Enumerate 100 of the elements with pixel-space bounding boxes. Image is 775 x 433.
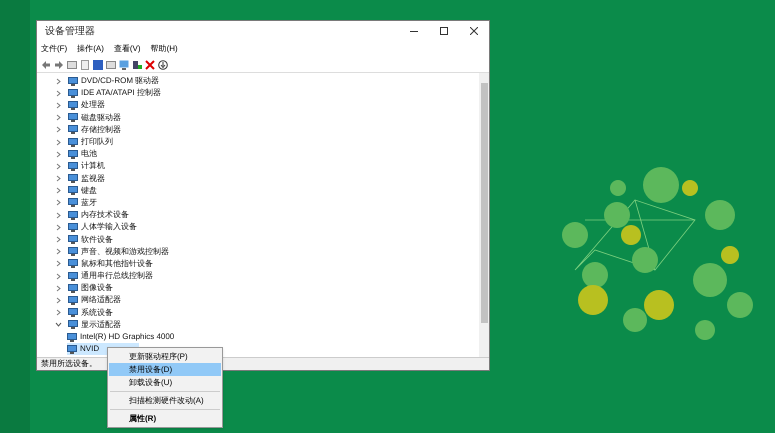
device-icon [68, 284, 78, 293]
tree-item-label: 磁盘驱动器 [81, 112, 121, 124]
tree-item-label: 系统设备 [81, 306, 113, 319]
collapsed-chevron-icon[interactable] [55, 150, 62, 158]
tree-item[interactable]: Intel(R) HD Graphics 4000 [67, 331, 214, 344]
tree-item[interactable]: 通用串行总线控制器 [68, 270, 193, 282]
device-icon [68, 113, 78, 122]
collapsed-chevron-icon[interactable] [55, 199, 62, 206]
tree-item[interactable]: 系统设备 [68, 306, 153, 319]
tree-item[interactable]: 网络适配器 [68, 294, 161, 306]
tree-item[interactable]: IDE ATA/ATAPI 控制器 [68, 87, 201, 100]
maximize-icon [440, 27, 448, 35]
back-arrow-icon[interactable] [41, 60, 51, 70]
tree-item-label: IDE ATA/ATAPI 控制器 [81, 87, 161, 100]
tree-item[interactable]: 声音、视频和游戏控制器 [68, 246, 209, 258]
tree-item-label: 处理器 [81, 99, 105, 112]
tree-item-label: 计算机 [81, 160, 105, 172]
tree-item-label: 通用串行总线控制器 [81, 270, 153, 282]
tree-item-label: 存储控制器 [81, 124, 121, 136]
tree-item-label: 键盘 [81, 184, 97, 197]
close-icon [470, 27, 478, 35]
collapsed-chevron-icon[interactable] [55, 138, 62, 146]
device-icon [68, 138, 78, 147]
menu-item[interactable]: 属性(R) [109, 412, 221, 425]
collapsed-chevron-icon[interactable] [55, 162, 62, 170]
tree-item[interactable]: 软件设备 [68, 234, 153, 246]
scrollbar[interactable] [479, 73, 489, 357]
document-icon[interactable] [80, 60, 90, 70]
collapsed-chevron-icon[interactable] [55, 90, 62, 97]
device-icon [68, 222, 78, 232]
collapsed-chevron-icon[interactable] [55, 187, 62, 194]
collapsed-chevron-icon[interactable] [55, 296, 62, 304]
device-icon [68, 247, 78, 256]
collapsed-chevron-icon[interactable] [55, 260, 62, 268]
tree-item[interactable]: 图像设备 [68, 282, 153, 294]
tree-item-label: DVD/CD-ROM 驱动器 [81, 75, 160, 88]
status-text: 禁用所选设备。 [41, 358, 97, 370]
tree-item[interactable]: 键盘 [68, 184, 137, 197]
collapsed-chevron-icon[interactable] [55, 224, 62, 231]
tree-item[interactable]: 电池 [68, 148, 137, 160]
window-icon[interactable] [106, 60, 116, 70]
device-icon [68, 296, 78, 305]
collapsed-chevron-icon[interactable] [55, 126, 62, 134]
tree-item[interactable]: 人体学输入设备 [68, 221, 177, 234]
device-icon [68, 100, 78, 110]
tree-item[interactable]: 内存技术设备 [68, 209, 169, 222]
tree-item[interactable]: 鼠标和其他指针设备 [68, 258, 193, 270]
tree-item-label: 监视器 [81, 172, 105, 185]
menu-item[interactable]: 扫描检测硬件改动(A) [109, 394, 221, 407]
tree-item-label: 人体学输入设备 [81, 221, 137, 234]
tree-item[interactable]: 监视器 [68, 172, 145, 185]
tree-item[interactable]: 计算机 [68, 160, 145, 172]
window-icon[interactable] [67, 60, 77, 70]
forward-arrow-icon[interactable] [54, 60, 64, 70]
tree-item[interactable]: 显示适配器 [68, 318, 161, 331]
tree-item-label: 显示适配器 [81, 318, 121, 331]
tree-item[interactable]: 存储控制器 [68, 124, 161, 136]
collapsed-chevron-icon[interactable] [55, 248, 62, 256]
device-icon [68, 272, 78, 281]
tree-item[interactable]: 处理器 [68, 99, 145, 112]
tree-item-label: 图像设备 [81, 282, 113, 294]
tree-item-label: 软件设备 [81, 234, 113, 246]
device-icon [68, 125, 78, 134]
download-icon[interactable] [158, 60, 168, 70]
tree-item-label: 内存技术设备 [81, 209, 129, 222]
collapsed-chevron-icon[interactable] [55, 102, 62, 109]
collapsed-chevron-icon[interactable] [55, 309, 62, 316]
collapsed-chevron-icon[interactable] [55, 272, 62, 280]
device-icon [68, 308, 78, 318]
menu-item[interactable]: 禁用设备(D) [109, 363, 221, 376]
menu-item[interactable]: 卸载设备(U) [109, 376, 221, 389]
device-icon [68, 186, 78, 196]
collapsed-chevron-icon[interactable] [55, 78, 62, 85]
collapsed-chevron-icon[interactable] [55, 175, 62, 182]
device-icon [67, 344, 77, 354]
collapsed-chevron-icon[interactable] [55, 114, 62, 122]
scrollbar-thumb[interactable] [480, 83, 488, 323]
collapsed-chevron-icon[interactable] [55, 212, 62, 219]
device-icon [68, 162, 78, 171]
monitor-icon[interactable] [119, 60, 129, 70]
device-icon [68, 150, 78, 159]
tree-item[interactable]: 磁盘驱动器 [68, 112, 161, 124]
menu-item[interactable]: 查看(V) [114, 43, 141, 55]
collapsed-chevron-icon[interactable] [55, 284, 62, 292]
tree-item-label: NVID [80, 343, 100, 356]
collapsed-chevron-icon[interactable] [55, 236, 62, 244]
tree-item-label: 打印队列 [81, 136, 113, 148]
tree-item[interactable]: 打印队列 [68, 136, 153, 148]
tree-item-label: 鼠标和其他指针设备 [81, 258, 153, 270]
tree-item[interactable]: 蓝牙 [68, 196, 137, 209]
menu-item[interactable]: 帮助(H) [150, 43, 178, 55]
expanded-chevron-icon[interactable] [55, 321, 62, 328]
tree-item[interactable]: DVD/CD-ROM 驱动器 [68, 75, 200, 88]
device-icon [68, 88, 78, 98]
menu-item[interactable]: 操作(A) [77, 43, 104, 55]
device-icon [68, 198, 78, 208]
window-title: 设备管理器 [45, 24, 95, 38]
delete-icon[interactable] [145, 60, 155, 70]
device-icon [67, 332, 77, 342]
menu-item[interactable]: 文件(F) [41, 43, 68, 55]
